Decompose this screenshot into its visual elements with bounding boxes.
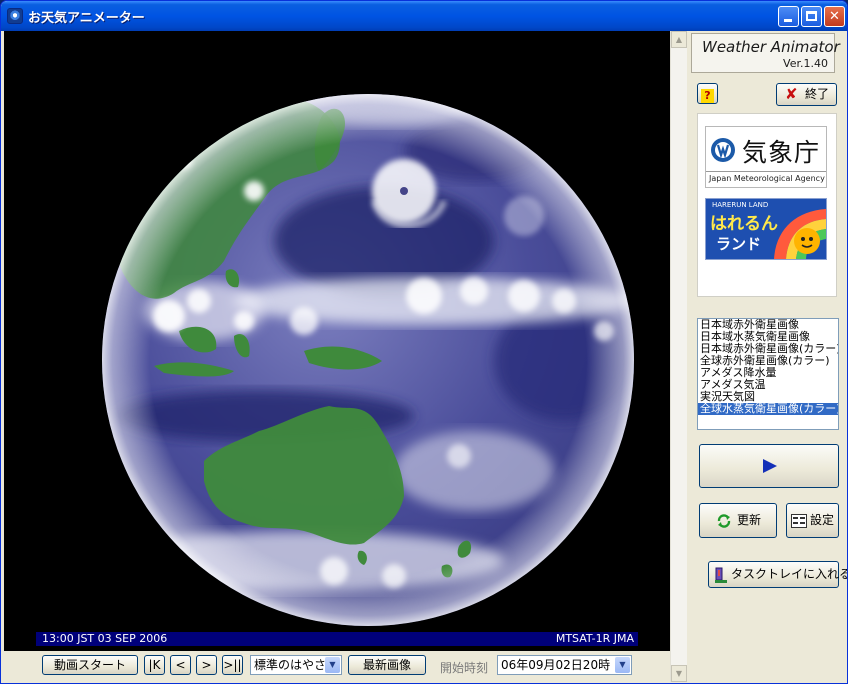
start-time-select[interactable]: 06年09月02日20時 ▼ bbox=[497, 655, 632, 675]
settings-panel-icon bbox=[791, 514, 807, 528]
update-label: 更新 bbox=[737, 513, 762, 527]
speed-select[interactable]: 標準のはやさ ▼ bbox=[250, 655, 342, 675]
scroll-down-arrow-icon[interactable]: ▼ bbox=[671, 665, 687, 682]
exit-label: 終了 bbox=[805, 87, 830, 101]
settings-button[interactable]: 設定 bbox=[786, 503, 839, 538]
app-icon[interactable] bbox=[7, 8, 23, 24]
start-animation-button[interactable]: 動画スタート bbox=[42, 655, 138, 675]
satellite-globe-image bbox=[102, 94, 634, 626]
help-button[interactable]: ? bbox=[697, 83, 718, 104]
window-title: お天気アニメーター bbox=[28, 11, 145, 26]
image-source: MTSAT-1R JMA bbox=[555, 632, 634, 645]
satellite-viewer: 13:00 JST 03 SEP 2006 MTSAT-1R JMA bbox=[4, 31, 670, 651]
minimize-button[interactable] bbox=[778, 6, 799, 27]
minimize-to-tray-button[interactable]: タスクトレイに入れる bbox=[708, 561, 847, 588]
tray-label: タスクトレイに入れる bbox=[731, 567, 848, 581]
play-icon bbox=[763, 459, 777, 473]
jma-name-english: Japan Meteorological Agency bbox=[709, 174, 825, 183]
list-item-selected[interactable]: 全球水蒸気衛星画像(カラー) bbox=[698, 403, 838, 415]
jma-logo[interactable]: 気象庁 Japan Meteorological Agency bbox=[705, 126, 827, 188]
update-button[interactable]: 更新 bbox=[699, 503, 777, 538]
hareru-land-logo[interactable]: HARERUN LAND はれるん ランド bbox=[705, 198, 827, 260]
hareru-text: はれるん bbox=[710, 214, 778, 234]
jma-name-kanji: 気象庁 bbox=[742, 138, 821, 167]
speed-value: 標準のはやさ bbox=[254, 658, 327, 672]
close-button[interactable]: ✕ bbox=[824, 6, 845, 27]
latest-image-button[interactable]: 最新画像 bbox=[348, 655, 426, 675]
first-frame-button[interactable]: |K bbox=[144, 655, 165, 675]
settings-label: 設定 bbox=[810, 513, 835, 527]
prev-frame-button[interactable]: < bbox=[170, 655, 191, 675]
exit-button[interactable]: ✘ 終了 bbox=[776, 83, 837, 106]
chevron-down-icon[interactable]: ▼ bbox=[325, 657, 340, 673]
next-frame-button[interactable]: > bbox=[196, 655, 217, 675]
scroll-up-arrow-icon[interactable]: ▲ bbox=[671, 31, 687, 48]
app-version: Ver.1.40 bbox=[783, 57, 828, 70]
minimize-icon bbox=[784, 19, 792, 22]
tray-icon bbox=[715, 567, 727, 583]
image-type-list[interactable]: 日本域赤外衛星画像 日本域水蒸気衛星画像 日本域赤外衛星画像(カラー) 全球赤外… bbox=[697, 318, 839, 430]
image-info-bar: 13:00 JST 03 SEP 2006 MTSAT-1R JMA bbox=[36, 632, 638, 646]
land-text: ランド bbox=[716, 235, 762, 253]
hareru-small-text: HARERUN LAND bbox=[712, 201, 769, 209]
control-panel: Weather Animator Ver.1.40 ? ✘ 終了 気象庁 Jap… bbox=[688, 31, 847, 682]
refresh-icon bbox=[717, 514, 731, 528]
maximize-icon bbox=[806, 11, 817, 21]
vertical-scrollbar[interactable]: ▲ ▼ bbox=[670, 31, 687, 682]
start-time-value: 06年09月02日20時 bbox=[501, 658, 611, 672]
start-time-label: 開始時刻 bbox=[440, 661, 489, 675]
chevron-down-icon[interactable]: ▼ bbox=[615, 657, 630, 673]
exit-x-icon: ✘ bbox=[785, 85, 798, 103]
app-name: Weather Animator bbox=[702, 38, 840, 56]
jma-divider bbox=[706, 171, 826, 172]
help-icon: ? bbox=[701, 89, 714, 103]
client-area: 13:00 JST 03 SEP 2006 MTSAT-1R JMA 動画スター… bbox=[4, 31, 847, 682]
title-bar[interactable]: お天気アニメーター ✕ bbox=[1, 1, 847, 31]
app-title-box: Weather Animator Ver.1.40 bbox=[691, 33, 840, 73]
maximize-button[interactable] bbox=[801, 6, 822, 27]
logo-area: 気象庁 Japan Meteorological Agency HARERUN … bbox=[697, 113, 837, 297]
jma-emblem-icon bbox=[711, 138, 735, 162]
close-icon: ✕ bbox=[829, 9, 840, 24]
last-frame-button[interactable]: >|| bbox=[222, 655, 243, 675]
app-window: お天気アニメーター ✕ 13:00 JST 03 SEP 2006 MTSAT-… bbox=[0, 0, 848, 684]
play-button[interactable] bbox=[699, 444, 839, 488]
playback-toolbar: 動画スタート |K < > >|| 標準のはやさ ▼ 最新画像 開始時刻 06年… bbox=[4, 651, 670, 682]
image-timestamp: 13:00 JST 03 SEP 2006 bbox=[42, 632, 168, 645]
